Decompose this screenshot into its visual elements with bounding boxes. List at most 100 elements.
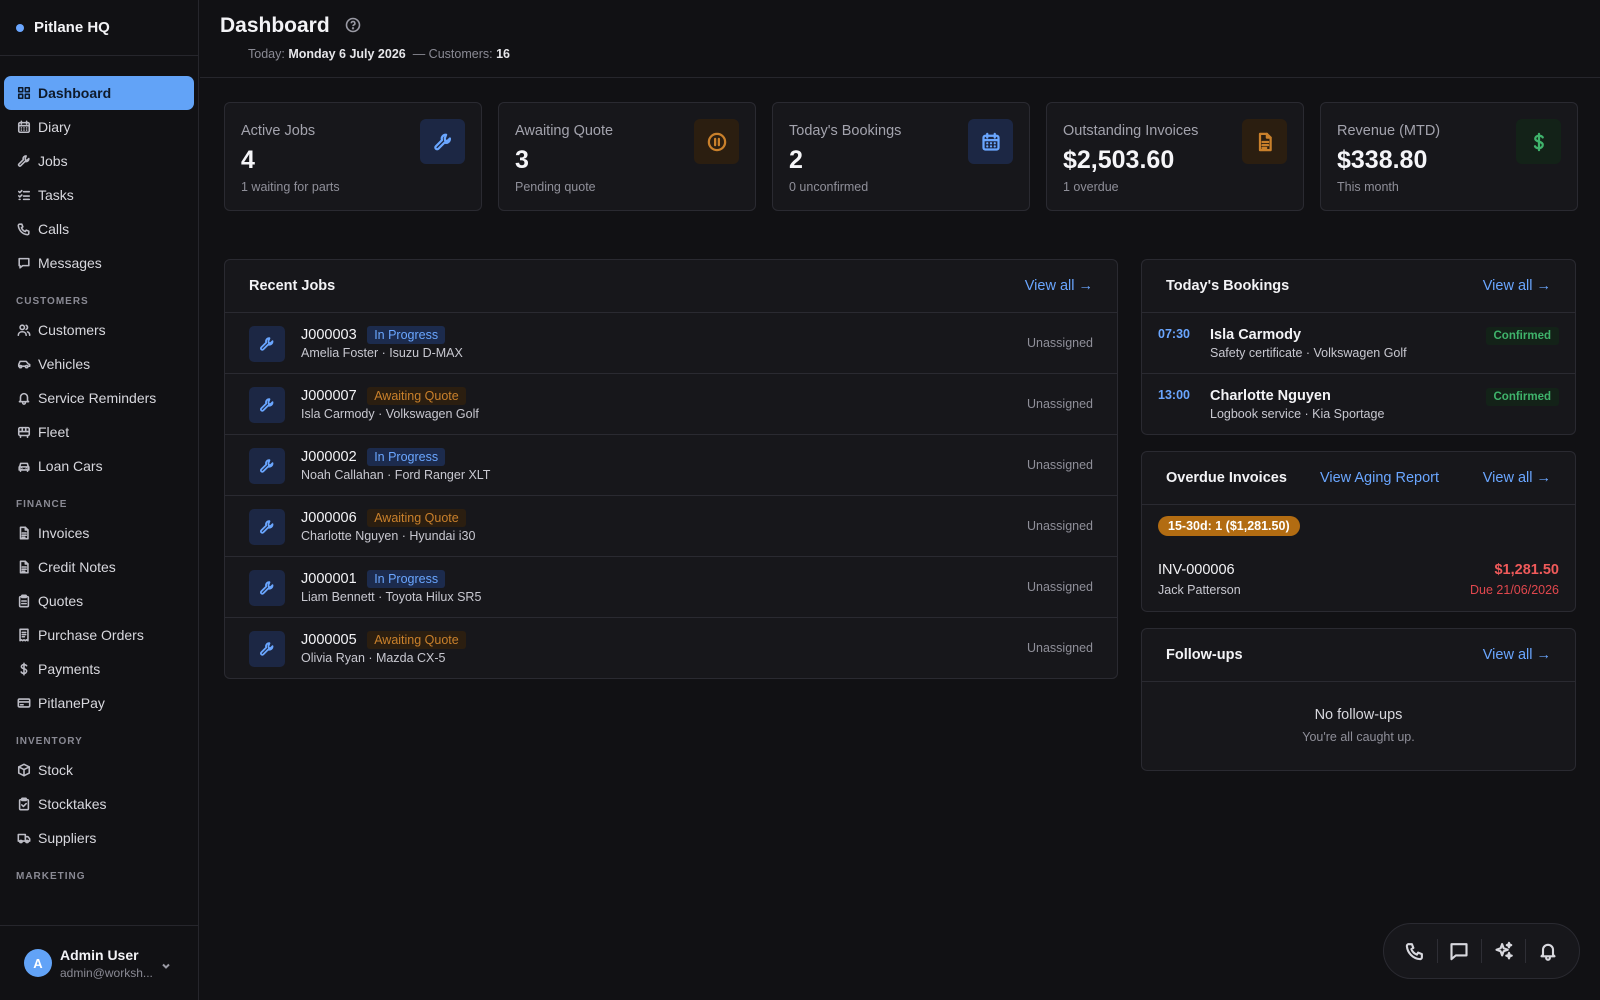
stat-subtext: Pending quote [515, 180, 596, 194]
bookings-view-all-link[interactable]: View all → [1483, 278, 1551, 294]
sidebar-item-jobs[interactable]: Jobs [4, 144, 194, 178]
sidebar-item-credit-notes[interactable]: Credit Notes [4, 550, 194, 584]
sparkles-button[interactable] [1484, 931, 1524, 971]
phone-button[interactable] [1395, 931, 1435, 971]
sidebar-item-pitlanepay[interactable]: PitlanePay [4, 686, 194, 720]
sidebar-item-label: Invoices [38, 525, 90, 541]
car-front-icon [17, 459, 31, 473]
stat-label: Active Jobs [241, 123, 316, 139]
sidebar-item-payments[interactable]: Payments [4, 652, 194, 686]
sidebar-item-diary[interactable]: Diary [4, 110, 194, 144]
sidebar-item-label: Diary [38, 119, 71, 135]
sidebar-item-label: Dashboard [38, 85, 112, 101]
job-row[interactable]: J000006 Awaiting Quote Charlotte Nguyen … [225, 496, 1117, 557]
sidebar-item-purchase-orders[interactable]: Purchase Orders [4, 618, 194, 652]
truck-icon [17, 831, 31, 845]
pause-circle-icon [694, 119, 739, 164]
stat-cards: Active Jobs 4 1 waiting for parts Awaiti… [224, 102, 1578, 211]
booking-row[interactable]: 13:00 Charlotte Nguyen Logbook service ·… [1142, 374, 1575, 434]
aging-badge[interactable]: 15-30d: 1 ($1,281.50) [1158, 516, 1300, 536]
wrench-icon [249, 448, 285, 484]
calendar-icon [968, 119, 1013, 164]
sidebar-item-quotes[interactable]: Quotes [4, 584, 194, 618]
user-email: admin@worksh... [60, 965, 153, 980]
receipt-icon [17, 628, 31, 642]
wrench-icon [249, 631, 285, 667]
brand[interactable]: Pitlane HQ [0, 0, 198, 56]
job-row[interactable]: J000005 Awaiting Quote Olivia Ryan · Maz… [225, 618, 1117, 678]
bell-icon [1538, 941, 1558, 961]
job-row[interactable]: J000001 In Progress Liam Bennett · Toyot… [225, 557, 1117, 618]
sidebar-section-heading: FINANCE [16, 499, 68, 510]
sidebar-item-label: Messages [38, 255, 102, 271]
job-description: Isla Carmody · Volkswagen Golf [301, 407, 479, 421]
stat-label: Today's Bookings [789, 123, 902, 139]
chevron-down-icon[interactable] [161, 958, 171, 969]
phone-icon [17, 222, 31, 236]
followups-empty-subtitle: You're all caught up. [1302, 730, 1415, 744]
phone-icon [1405, 941, 1425, 961]
sidebar-item-tasks[interactable]: Tasks [4, 178, 194, 212]
toolbar-divider [1436, 939, 1438, 963]
job-description: Noah Callahan · Ford Ranger XLT [301, 468, 491, 482]
aging-report-link[interactable]: View Aging Report [1320, 470, 1439, 486]
job-row[interactable]: J000003 In Progress Amelia Foster · Isuz… [225, 313, 1117, 374]
invoice-id[interactable]: INV-000006 [1158, 562, 1235, 578]
overdue-header: Overdue Invoices View Aging Report View … [1142, 452, 1575, 505]
sidebar-item-label: Stocktakes [38, 796, 107, 812]
sidebar-item-stocktakes[interactable]: Stocktakes [4, 787, 194, 821]
sidebar-item-suppliers[interactable]: Suppliers [4, 821, 194, 855]
stat-card-active-jobs[interactable]: Active Jobs 4 1 waiting for parts [224, 102, 482, 211]
sidebar-item-loan-cars[interactable]: Loan Cars [4, 449, 194, 483]
stat-subtext: 0 unconfirmed [789, 180, 869, 194]
sidebar-item-label: PitlanePay [38, 695, 105, 711]
sidebar-item-customers[interactable]: Customers [4, 313, 194, 347]
sidebar-item-dashboard[interactable]: Dashboard [4, 76, 194, 110]
sidebar-item-fleet[interactable]: Fleet [4, 415, 194, 449]
sidebar-item-label: Service Reminders [38, 390, 157, 406]
today-value: Monday 6 July 2026 [288, 47, 406, 61]
message-icon [17, 256, 31, 270]
bookings-title: Today's Bookings [1166, 278, 1290, 294]
job-status-badge: In Progress [367, 326, 446, 344]
stat-card-today-s-bookings[interactable]: Today's Bookings 2 0 unconfirmed [772, 102, 1030, 211]
recent-jobs-list: J000003 In Progress Amelia Foster · Isuz… [225, 313, 1117, 678]
sidebar-item-vehicles[interactable]: Vehicles [4, 347, 194, 381]
stat-card-awaiting-quote[interactable]: Awaiting Quote 3 Pending quote [498, 102, 756, 211]
document-icon [17, 560, 31, 574]
stat-card-revenue-mtd[interactable]: Revenue (MTD) $338.80 This month [1320, 102, 1578, 211]
sidebar-item-service-reminders[interactable]: Service Reminders [4, 381, 194, 415]
followups-panel: Follow-ups View all → No follow-ups You'… [1141, 628, 1576, 771]
sidebar-item-invoices[interactable]: Invoices [4, 516, 194, 550]
user-menu[interactable]: A Admin User admin@worksh... [0, 925, 198, 1000]
bell-button[interactable] [1528, 931, 1568, 971]
job-row[interactable]: J000007 Awaiting Quote Isla Carmody · Vo… [225, 374, 1117, 435]
toolbar-divider [1525, 939, 1527, 963]
toolbar-divider [1480, 939, 1482, 963]
overdue-view-all-link[interactable]: View all → [1483, 470, 1551, 486]
invoice-due-date: Due 21/06/2026 [1470, 583, 1559, 597]
help-icon[interactable] [345, 17, 361, 33]
chat-button[interactable] [1439, 931, 1479, 971]
sidebar-item-label: Stock [38, 762, 74, 778]
grid-icon [17, 86, 31, 100]
job-status-badge: Awaiting Quote [367, 631, 466, 649]
job-description: Liam Bennett · Toyota Hilux SR5 [301, 590, 482, 604]
booking-row[interactable]: 07:30 Isla Carmody Safety certificate · … [1142, 313, 1575, 374]
job-id: J000002 [301, 449, 357, 465]
sidebar-item-label: Suppliers [38, 830, 97, 846]
sidebar-item-stock[interactable]: Stock [4, 753, 194, 787]
stat-value: $338.80 [1337, 146, 1428, 174]
followups-view-all-link[interactable]: View all → [1483, 647, 1551, 663]
stat-card-outstanding-invoices[interactable]: Outstanding Invoices $2,503.60 1 overdue [1046, 102, 1304, 211]
job-assignee: Unassigned [1026, 336, 1093, 350]
sidebar-section-heading: INVENTORY [16, 736, 83, 747]
avatar: A [24, 949, 52, 977]
sidebar-item-messages[interactable]: Messages [4, 246, 194, 280]
recent-jobs-view-all-link[interactable]: View all → [1025, 278, 1093, 294]
job-row[interactable]: J000002 In Progress Noah Callahan · Ford… [225, 435, 1117, 496]
sidebar-item-calls[interactable]: Calls [4, 212, 194, 246]
followups-title: Follow-ups [1166, 647, 1243, 663]
overdue-invoices-panel: Overdue Invoices View Aging Report View … [1141, 451, 1576, 612]
job-id: J000006 [301, 510, 357, 526]
